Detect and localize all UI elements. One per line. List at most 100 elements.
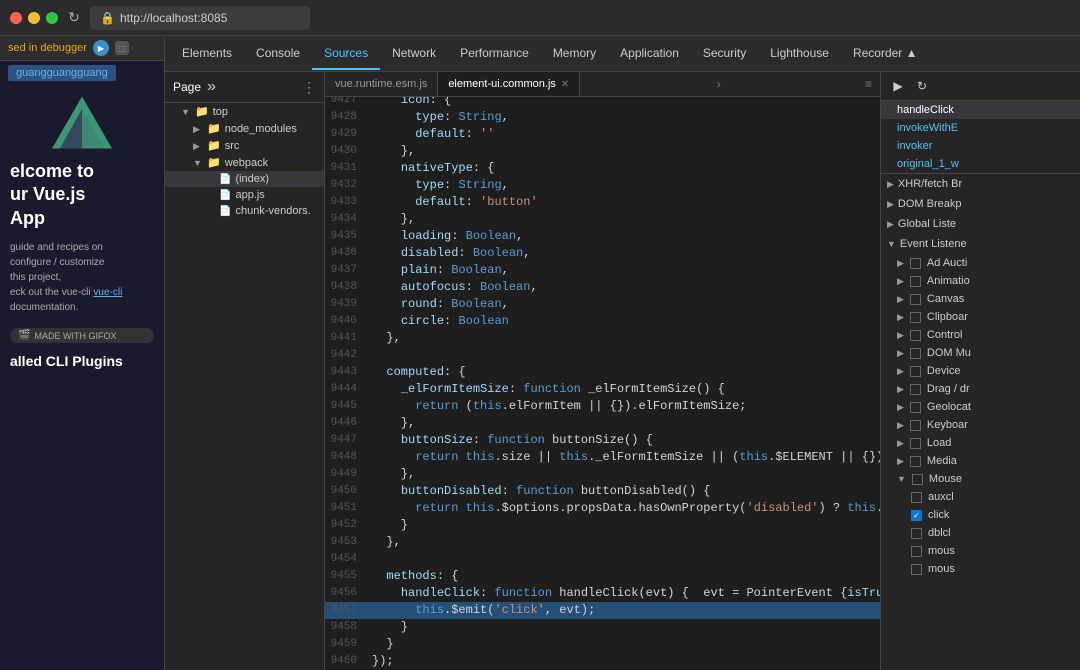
tab-recorder[interactable]: Recorder ▲	[841, 38, 930, 70]
code-line-9450[interactable]: 9450 buttonDisabled: function buttonDisa…	[325, 483, 880, 500]
open-file-vue-runtime[interactable]: vue.runtime.esm.js	[325, 72, 438, 96]
el-item-media[interactable]: ▶ Media	[881, 452, 1080, 470]
el-checkbox-load[interactable]	[910, 438, 921, 449]
code-line-9440[interactable]: 9440 circle: Boolean	[325, 313, 880, 330]
panel-refresh-button[interactable]: ↻	[913, 77, 931, 95]
el-item-clipboard[interactable]: ▶ Clipboar	[881, 308, 1080, 326]
event-listeners-section[interactable]: ▼ Event Listene	[881, 234, 1080, 254]
open-file-element-ui[interactable]: element-ui.common.js ✕	[438, 72, 580, 96]
el-checkbox-keyboard[interactable]	[910, 420, 921, 431]
code-line-9453[interactable]: 9453 },	[325, 534, 880, 551]
code-line-9439[interactable]: 9439 round: Boolean,	[325, 296, 880, 313]
debug-step-button[interactable]: ⬚	[115, 41, 129, 55]
call-stack-item-invoker[interactable]: invoker	[881, 137, 1080, 155]
el-checkbox-ad-auction[interactable]	[910, 258, 921, 269]
el-item-load[interactable]: ▶ Load	[881, 434, 1080, 452]
el-checkbox-mous2[interactable]	[911, 564, 922, 575]
code-area[interactable]: 9419 },94209421 props: {9422 type: {9423…	[325, 97, 880, 670]
tab-console[interactable]: Console	[244, 38, 312, 70]
tree-item-chunk-vendors[interactable]: 📄 chunk-vendors.	[165, 203, 324, 219]
el-item-canvas[interactable]: ▶ Canvas	[881, 290, 1080, 308]
el-item-auxcl[interactable]: auxcl	[881, 488, 1080, 506]
el-item-device[interactable]: ▶ Device	[881, 362, 1080, 380]
code-line-9444[interactable]: 9444 _elFormItemSize: function _elFormIt…	[325, 381, 880, 398]
code-line-9454[interactable]: 9454	[325, 551, 880, 568]
el-item-dblcl[interactable]: dblcl	[881, 524, 1080, 542]
dom-breakpoints-section[interactable]: ▶ DOM Breakp	[881, 194, 1080, 214]
maximize-button[interactable]	[46, 12, 58, 24]
xhr-fetch-section[interactable]: ▶ XHR/fetch Br	[881, 174, 1080, 194]
code-line-9446[interactable]: 9446 },	[325, 415, 880, 432]
el-item-keyboard[interactable]: ▶ Keyboar	[881, 416, 1080, 434]
el-checkbox-control[interactable]	[910, 330, 921, 341]
el-checkbox-dblcl[interactable]	[911, 528, 922, 539]
el-checkbox-canvas[interactable]	[910, 294, 921, 305]
code-line-9436[interactable]: 9436 disabled: Boolean,	[325, 245, 880, 262]
el-checkbox-animation[interactable]	[910, 276, 921, 287]
el-checkbox-click[interactable]: ✓	[911, 510, 922, 521]
el-checkbox-auxcl[interactable]	[911, 492, 922, 503]
el-item-ad-auction[interactable]: ▶ Ad Aucti	[881, 254, 1080, 272]
code-line-9430[interactable]: 9430 },	[325, 143, 880, 160]
code-line-9433[interactable]: 9433 default: 'button'	[325, 194, 880, 211]
panel-resume-button[interactable]: ▶	[889, 77, 907, 95]
code-line-9452[interactable]: 9452 }	[325, 517, 880, 534]
el-item-animation[interactable]: ▶ Animatio	[881, 272, 1080, 290]
code-line-9431[interactable]: 9431 nativeType: {	[325, 160, 880, 177]
tab-application[interactable]: Application	[608, 38, 691, 70]
el-item-mous1[interactable]: mous	[881, 542, 1080, 560]
el-checkbox-mous1[interactable]	[911, 546, 922, 557]
tab-lighthouse[interactable]: Lighthouse	[758, 38, 841, 70]
tab-performance[interactable]: Performance	[448, 38, 541, 70]
el-item-control[interactable]: ▶ Control	[881, 326, 1080, 344]
el-checkbox-device[interactable]	[910, 366, 921, 377]
code-line-9451[interactable]: 9451 return this.$options.propsData.hasO…	[325, 500, 880, 517]
tab-network[interactable]: Network	[380, 38, 448, 70]
code-line-9459[interactable]: 9459 }	[325, 636, 880, 653]
call-stack-item-handleClick[interactable]: handleClick	[881, 101, 1080, 119]
tab-security[interactable]: Security	[691, 38, 758, 70]
code-line-9434[interactable]: 9434 },	[325, 211, 880, 228]
code-line-9427[interactable]: 9427 icon: {	[325, 97, 880, 109]
close-button[interactable]	[10, 12, 22, 24]
call-stack-item-original[interactable]: original_1_w	[881, 155, 1080, 173]
minimize-button[interactable]	[28, 12, 40, 24]
file-nav-more[interactable]: ≡	[857, 73, 880, 95]
code-line-9445[interactable]: 9445 return (this.elFormItem || {}).elFo…	[325, 398, 880, 415]
code-line-9437[interactable]: 9437 plain: Boolean,	[325, 262, 880, 279]
code-line-9456[interactable]: 9456 handleClick: function handleClick(e…	[325, 585, 880, 602]
global-listeners-section[interactable]: ▶ Global Liste	[881, 214, 1080, 234]
el-item-mouse[interactable]: ▼ Mouse	[881, 470, 1080, 488]
ft-menu-button[interactable]: ⋮	[302, 79, 316, 96]
close-file-icon[interactable]: ✕	[561, 79, 569, 90]
code-line-9448[interactable]: 9448 return this.size || this._elFormIte…	[325, 449, 880, 466]
tree-item-appjs[interactable]: 📄 app.js	[165, 187, 324, 203]
el-item-mous2[interactable]: mous	[881, 560, 1080, 578]
tree-item-node-modules[interactable]: ▶ 📁 node_modules	[165, 120, 324, 137]
code-line-9435[interactable]: 9435 loading: Boolean,	[325, 228, 880, 245]
code-line-9443[interactable]: 9443 computed: {	[325, 364, 880, 381]
code-line-9458[interactable]: 9458 }	[325, 619, 880, 636]
el-item-click[interactable]: ✓ click	[881, 506, 1080, 524]
call-stack-item-invoke[interactable]: invokeWithE	[881, 119, 1080, 137]
code-line-9438[interactable]: 9438 autofocus: Boolean,	[325, 279, 880, 296]
tab-elements[interactable]: Elements	[170, 38, 244, 70]
code-line-9455[interactable]: 9455 methods: {	[325, 568, 880, 585]
el-checkbox-mouse[interactable]	[912, 474, 923, 485]
tree-item-webpack[interactable]: ▼ 📁 webpack	[165, 154, 324, 171]
el-checkbox-clipboard[interactable]	[910, 312, 921, 323]
tree-root-top[interactable]: ▼ 📁 top	[165, 103, 324, 120]
el-checkbox-drag[interactable]	[910, 384, 921, 395]
page-tab[interactable]: Page	[173, 80, 201, 94]
tree-item-index[interactable]: 📄 (index)	[165, 171, 324, 187]
code-line-9441[interactable]: 9441 },	[325, 330, 880, 347]
el-checkbox-dom-mu[interactable]	[910, 348, 921, 359]
code-line-9432[interactable]: 9432 type: String,	[325, 177, 880, 194]
file-nav-forward[interactable]: ›	[709, 73, 729, 95]
el-item-dom-mu[interactable]: ▶ DOM Mu	[881, 344, 1080, 362]
address-bar[interactable]: 🔒 http://localhost:8085	[90, 6, 310, 30]
refresh-button[interactable]: ↻	[66, 10, 82, 26]
tab-memory[interactable]: Memory	[541, 38, 608, 70]
code-line-9447[interactable]: 9447 buttonSize: function buttonSize() {	[325, 432, 880, 449]
el-item-geolocat[interactable]: ▶ Geolocat	[881, 398, 1080, 416]
